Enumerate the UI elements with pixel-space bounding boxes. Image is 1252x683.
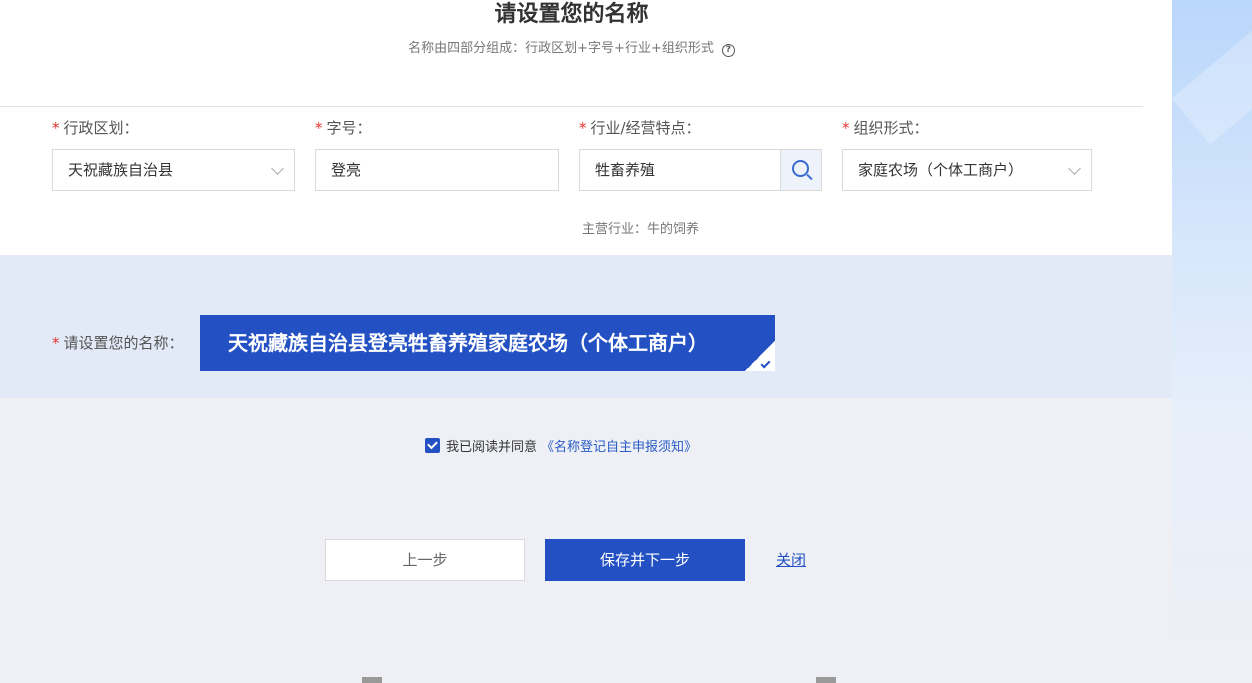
org-form-label: * 组织形式： [842, 119, 929, 137]
footer-strip [0, 676, 1252, 683]
trade-name-label: * 字号： [315, 119, 372, 137]
qr-icon [362, 677, 382, 683]
region-label: * 行政区划： [52, 119, 139, 137]
required-mark: * [842, 119, 850, 137]
industry-hint: 主营行业：牛的饲养 [582, 222, 700, 237]
industry-value: 牲畜养殖 [595, 161, 656, 179]
required-mark: * [315, 119, 323, 137]
page: 请设置您的名称 名称由四部分组成：行政区划+字号+行业+组织形式? * 行政区划：… [0, 0, 1252, 683]
org-form-select[interactable]: 家庭农场（个体工商户） [842, 149, 1092, 191]
chevron-down-icon [1068, 162, 1081, 175]
required-mark: * [579, 119, 587, 137]
full-name-text: 天祝藏族自治县登亮牲畜养殖家庭农场（个体工商户） [228, 331, 708, 355]
close-link[interactable]: 关闭 [776, 550, 806, 570]
trade-name-value: 登亮 [331, 161, 362, 179]
org-form-value: 家庭农场（个体工商户） [858, 161, 1024, 179]
full-name-option[interactable]: 天祝藏族自治县登亮牲畜养殖家庭农场（个体工商户） [200, 315, 775, 371]
industry-label: * 行业/经营特点： [579, 119, 701, 137]
agreement: 我已阅读并同意 《名称登记自主申报须知》 [425, 438, 697, 456]
selected-corner [745, 341, 775, 371]
question-circle-icon[interactable]: ? [721, 44, 735, 57]
subtitle-text: 名称由四部分组成：行政区划+字号+行业+组织形式 [408, 41, 714, 56]
name-label: * 请设置您的名称： [52, 334, 184, 352]
prev-button[interactable]: 上一步 [325, 539, 525, 581]
agreement-text: 我已阅读并同意 [446, 440, 538, 455]
chevron-down-icon [271, 162, 284, 175]
page-title: 请设置您的名称 [494, 2, 649, 27]
agreement-link[interactable]: 《名称登记自主申报须知》 [541, 440, 697, 455]
region-select[interactable]: 天祝藏族自治县 [52, 149, 295, 191]
industry-search-button[interactable] [781, 149, 822, 191]
region-value: 天祝藏族自治县 [68, 161, 174, 179]
qr-icon [816, 677, 836, 683]
form-card: 请设置您的名称 名称由四部分组成：行政区划+字号+行业+组织形式? * 行政区划：… [0, 0, 1172, 255]
trade-name-input[interactable]: 登亮 [315, 149, 559, 191]
divider [0, 106, 1143, 107]
agreement-checkbox[interactable] [425, 438, 440, 453]
required-mark: * [52, 334, 60, 352]
required-mark: * [52, 119, 60, 137]
background-decoration [1171, 0, 1252, 683]
page-subtitle: 名称由四部分组成：行政区划+字号+行业+组织形式? [0, 40, 1143, 58]
save-next-button[interactable]: 保存并下一步 [545, 539, 745, 581]
industry-input[interactable]: 牲畜养殖 [579, 149, 781, 191]
